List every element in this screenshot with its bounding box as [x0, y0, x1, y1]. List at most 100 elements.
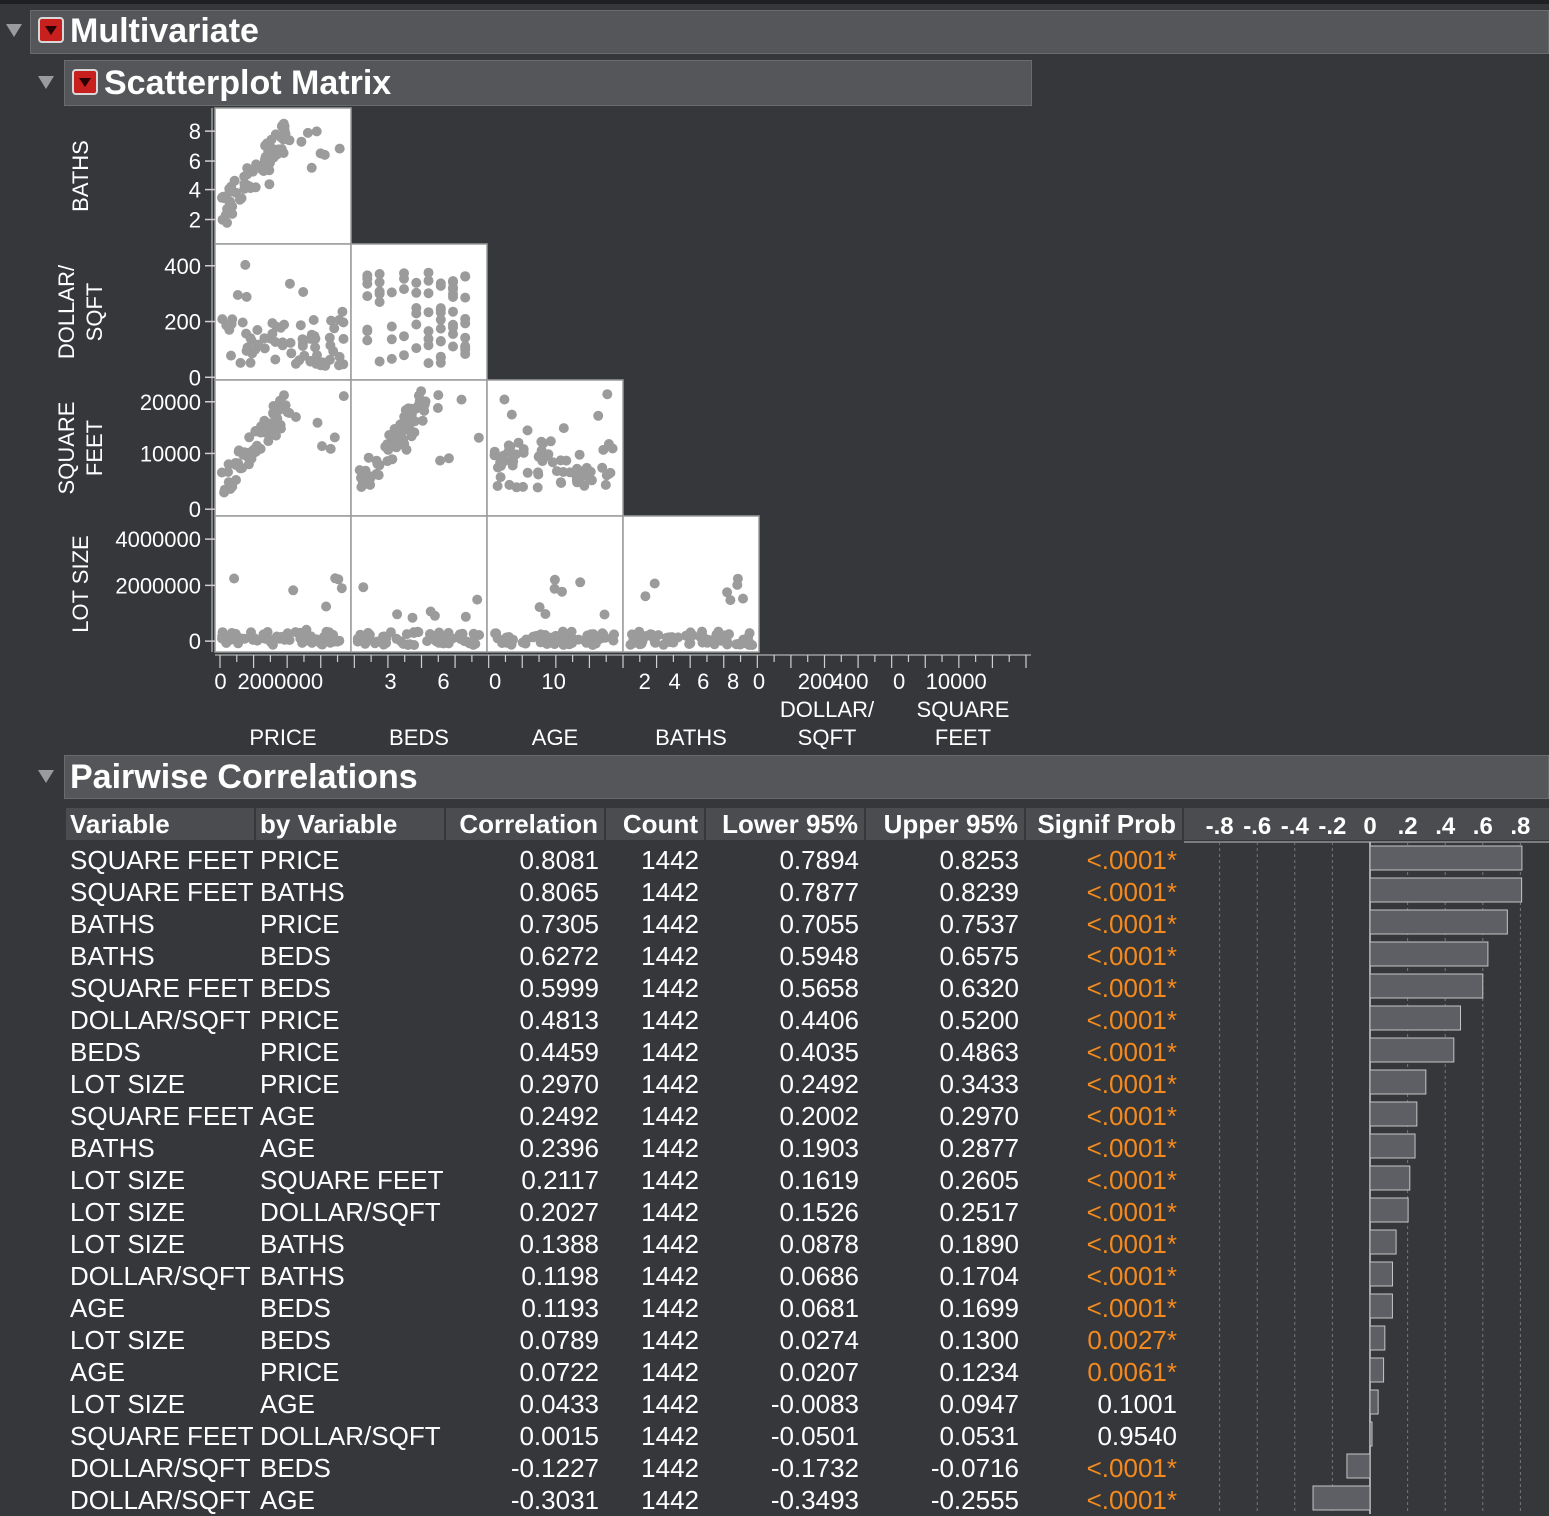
scatterplot-matrix-disclosure-icon[interactable] [38, 76, 54, 89]
scatter-point [522, 425, 533, 436]
scatter-point [460, 611, 471, 622]
scatter-point [434, 627, 445, 638]
scatter-point [399, 350, 409, 361]
scatter-point [423, 307, 434, 318]
column-header-count[interactable]: Count [606, 808, 704, 840]
scatter-point [336, 583, 347, 594]
scatter-point [411, 287, 422, 298]
scatter-point [308, 315, 319, 325]
variable-cell: LOT SIZE [70, 1325, 186, 1355]
variable-cell: LOT SIZE [70, 1165, 186, 1195]
scatter-point [411, 343, 422, 354]
scatter-point [522, 467, 533, 478]
scatter-point [270, 337, 281, 347]
lower-95-cell: 0.7894 [779, 845, 859, 875]
scatter-point [504, 479, 515, 490]
scatterplot-matrix-menu-icon[interactable] [72, 69, 98, 95]
correlation-bar [1369, 845, 1523, 871]
scatter-point [374, 269, 385, 279]
row-label-2-0: SQUARE [54, 402, 79, 495]
variable-cell: LOT SIZE [70, 1389, 186, 1419]
correlation-cell: 0.1388 [519, 1229, 599, 1259]
scatterplot-matrix-title: Scatterplot Matrix [104, 64, 392, 102]
lower-95-cell: 0.1619 [779, 1165, 859, 1195]
count-cell: 1442 [641, 1261, 699, 1291]
signif-prob-cell: <.0001* [1086, 845, 1177, 875]
scatter-cell-r0-c0[interactable] [214, 107, 352, 245]
column-header-variable[interactable]: Variable [66, 808, 254, 840]
scatter-cell-r3-c2[interactable] [486, 515, 624, 653]
scatter-point [423, 275, 434, 286]
scatter-point [272, 406, 282, 417]
correlation-cell: -0.1227 [510, 1453, 599, 1483]
variable-cell: DOLLAR/SQFT [70, 1261, 251, 1291]
scatter-point [270, 129, 281, 140]
variable-cell: SQUARE FEET [70, 845, 254, 875]
multivariate-menu-icon[interactable] [38, 17, 64, 43]
by-variable-cell: BEDS [260, 1453, 331, 1483]
upper-95-cell: -0.0716 [930, 1453, 1019, 1483]
pairwise-disclosure-icon[interactable] [38, 770, 54, 783]
scatter-cell-r3-c1[interactable] [350, 515, 488, 653]
scatter-point [374, 356, 385, 367]
column-header-correlation[interactable]: Correlation [446, 808, 604, 840]
scatter-point [270, 354, 281, 365]
col-tick-label: 0 [489, 669, 501, 694]
variable-cell: BATHS [70, 941, 155, 971]
by-variable-cell: PRICE [260, 1069, 340, 1099]
by-variable-cell: BATHS [260, 1229, 345, 1259]
column-header-signif-prob[interactable]: Signif Prob [1026, 808, 1182, 840]
col-label-5-0: SQUARE [917, 697, 1010, 722]
scatter-point [413, 627, 424, 638]
correlation-cell: 0.0789 [519, 1325, 599, 1355]
upper-95-cell: 0.1300 [939, 1325, 1019, 1355]
scatterplot-matrix[interactable]: BATHS8642DOLLAR/SQFT4002000SQUARE FEET200… [0, 100, 1040, 800]
col-tick-label: 2 [639, 669, 651, 694]
scatter-point [473, 432, 484, 443]
lower-95-cell: -0.0501 [770, 1421, 859, 1451]
scatter-point [250, 182, 261, 193]
lower-95-cell: 0.0274 [779, 1325, 859, 1355]
correlation-bar [1369, 1357, 1385, 1383]
scatter-point [501, 637, 512, 648]
correlation-bar [1369, 1101, 1418, 1127]
scatter-cell-r3-c0[interactable] [214, 515, 352, 653]
by-variable-cell: PRICE [260, 1037, 340, 1067]
col-tick-label: 3 [384, 669, 396, 694]
bar-axis-tick-label: -.2 [1318, 813, 1346, 840]
bar-axis-tick-label: -.8 [1206, 813, 1234, 840]
multivariate-disclosure-icon[interactable] [6, 24, 22, 37]
scatter-point [263, 159, 274, 170]
scatter-point [506, 409, 517, 420]
scatter-point [697, 637, 708, 648]
upper-95-cell: 0.3433 [939, 1069, 1019, 1099]
scatter-point [282, 628, 293, 639]
count-cell: 1442 [641, 1421, 699, 1451]
scatter-cell-r1-c1[interactable] [350, 243, 488, 381]
scatter-cell-r1-c0[interactable] [214, 243, 352, 381]
scatter-point [435, 314, 446, 325]
correlation-cell: -0.3031 [510, 1485, 599, 1515]
scatter-point [297, 637, 308, 648]
scatter-cell-r2-c2[interactable] [486, 379, 624, 517]
column-header-upper-95[interactable]: Upper 95% [866, 808, 1024, 840]
col-label-3-0: BATHS [655, 725, 727, 750]
scatter-point [296, 136, 307, 147]
variable-cell: AGE [70, 1357, 125, 1387]
correlation-cell: 0.5999 [519, 973, 599, 1003]
by-variable-cell: BATHS [260, 1261, 345, 1291]
column-header-lower-95[interactable]: Lower 95% [706, 808, 864, 840]
row-tick-label: 200 [164, 310, 201, 335]
scatter-point [738, 593, 748, 604]
scatter-cell-r2-c0[interactable] [214, 379, 352, 517]
scatter-point [338, 317, 349, 328]
scatter-cell-r2-c1[interactable] [350, 379, 488, 517]
scatter-point [237, 317, 248, 328]
col-tick-label: 400 [832, 669, 869, 694]
scatter-cell-r3-c3[interactable] [622, 515, 760, 653]
column-header-by-variable[interactable]: by Variable [256, 808, 444, 840]
col-tick-label: 0 [214, 669, 226, 694]
scatter-point [229, 573, 240, 584]
scatter-point [275, 395, 285, 406]
scatter-point [227, 208, 238, 219]
